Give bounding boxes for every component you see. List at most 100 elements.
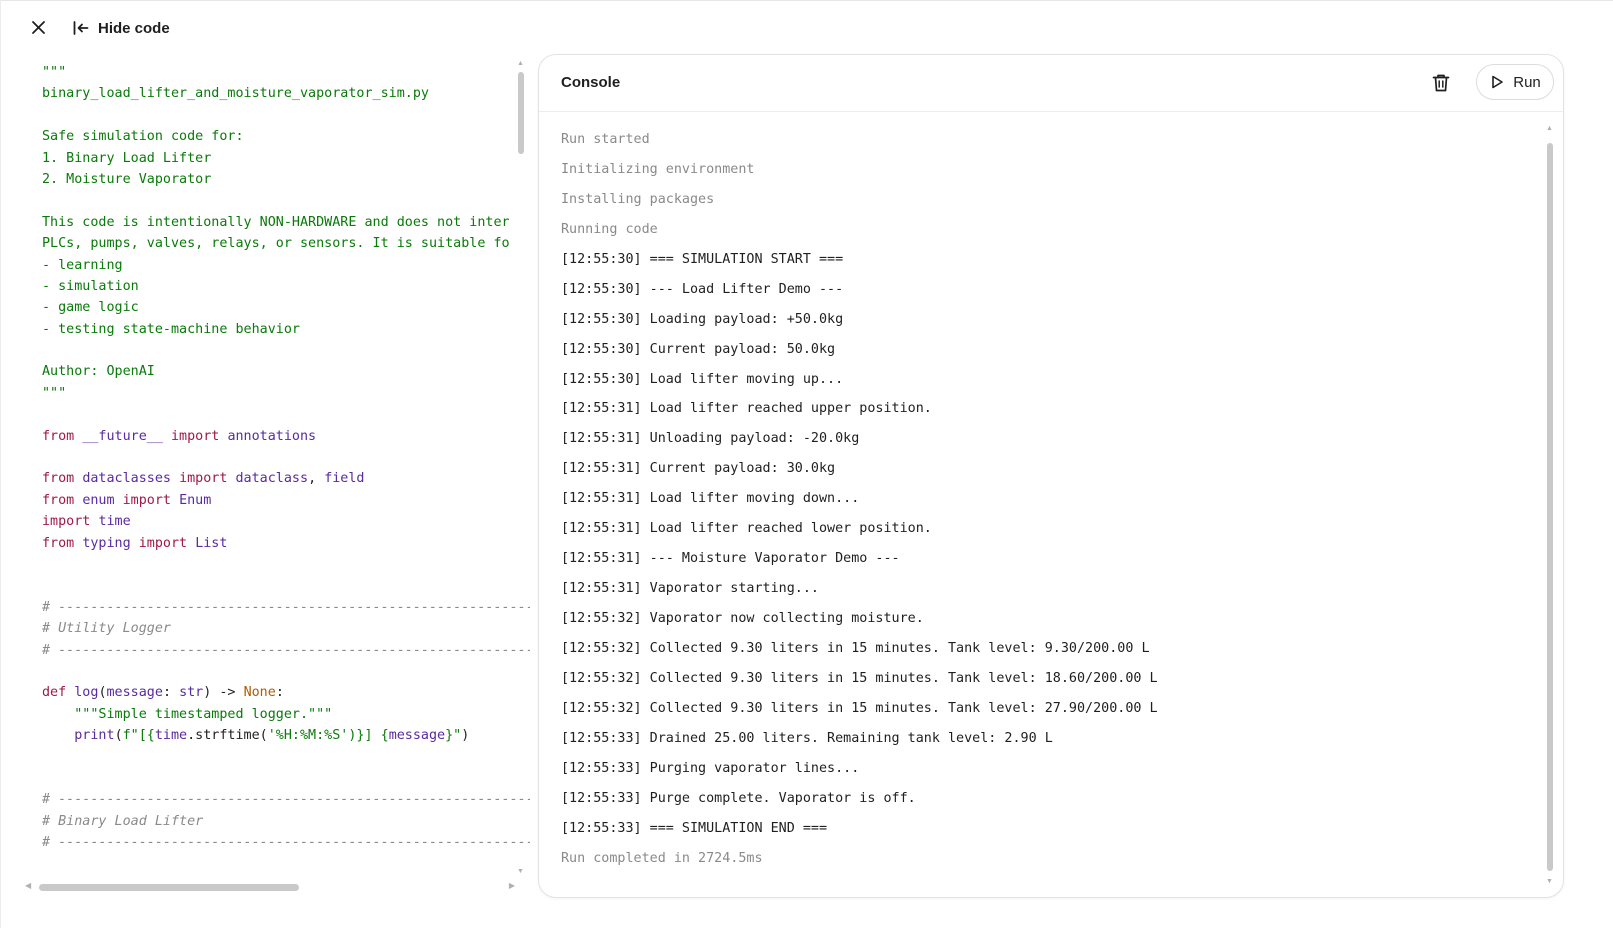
code-toolbar: Hide code: [0, 0, 560, 56]
code-token: - learning: [42, 257, 123, 273]
code-token: __future__: [82, 428, 163, 444]
code-token: Safe simulation code for:: [42, 129, 244, 145]
console-output-line: [12:55:31] Vaporator starting...: [561, 581, 819, 597]
code-token: - simulation: [42, 278, 139, 294]
console-output-line: [12:55:32] Vaporator now collecting mois…: [561, 611, 924, 626]
code-token: Author: OpenAI: [42, 364, 155, 380]
code-token: binary_load_lifter_and_moisture_vaporato…: [42, 86, 429, 102]
code-token: .strftime(: [187, 728, 268, 744]
code-line: - learning: [42, 255, 530, 276]
code-token: import: [171, 428, 220, 444]
code-line: - testing state-machine behavior: [42, 319, 530, 340]
hide-code-label: Hide code: [98, 19, 170, 37]
code-token: import: [138, 535, 188, 551]
console-output-line: [12:55:31] --- Moisture Vaporator Demo -…: [561, 551, 900, 567]
console-output-line: [12:55:32] Collected 9.30 liters in 15 m…: [561, 670, 1158, 686]
close-button[interactable]: [27, 16, 51, 40]
code-token: # --------------------------------------…: [42, 792, 530, 808]
code-line: print(f"[{time.strftime('%H:%M:%S')}] {m…: [42, 725, 530, 746]
console-status-line: Initializing environment: [561, 161, 755, 177]
scrollbar-thumb[interactable]: [39, 884, 299, 891]
close-icon: [32, 21, 45, 34]
run-label: Run: [1513, 73, 1541, 91]
trash-icon: [1432, 74, 1450, 92]
code-vertical-scrollbar[interactable]: ▲ ▼: [515, 60, 527, 875]
console-output-line: [12:55:32] Collected 9.30 liters in 15 m…: [561, 640, 1150, 656]
code-token: # Binary Load Lifter: [42, 813, 204, 829]
console-header: Console Run: [539, 55, 1563, 112]
code-token: :: [275, 685, 284, 701]
console-vertical-scrollbar[interactable]: ▲ ▼: [1544, 125, 1556, 885]
code-line: """: [42, 62, 530, 83]
code-line: 2. Moisture Vaporator: [42, 169, 530, 190]
code-token: - testing state-machine behavior: [42, 321, 300, 337]
console-output-line: [12:55:31] Load lifter moving down...: [561, 491, 860, 507]
console-output-line: [12:55:30] Load lifter moving up...: [561, 371, 844, 387]
code-token: import: [122, 492, 171, 508]
code-token: """: [42, 65, 67, 80]
console-output-line: [12:55:31] Unloading payload: -20.0kg: [561, 431, 860, 447]
code-line: """: [42, 383, 530, 404]
code-token: # --------------------------------------…: [42, 835, 530, 851]
code-token: from: [42, 535, 75, 551]
hide-code-button[interactable]: Hide code: [72, 14, 170, 42]
code-line: from dataclasses import dataclass, field: [42, 468, 530, 489]
scroll-up-arrow-icon[interactable]: ▲: [517, 60, 524, 67]
console-output-line: [12:55:30] Loading payload: +50.0kg: [561, 311, 844, 327]
code-token: # --------------------------------------…: [42, 599, 530, 615]
scroll-up-arrow-icon[interactable]: ▲: [1546, 125, 1553, 132]
code-editor[interactable]: """ binary_load_lifter_and_moisture_vapor…: [42, 62, 530, 877]
code-token: )}] {: [348, 728, 389, 744]
code-token: from: [42, 471, 75, 487]
code-token: :: [162, 685, 180, 701]
code-line: from typing import List: [42, 533, 530, 554]
code-line: 1. Binary Load Lifter: [42, 148, 530, 169]
code-token: from: [42, 428, 75, 444]
code-token: time: [98, 514, 131, 530]
code-token: # --------------------------------------…: [42, 642, 530, 658]
scroll-right-arrow-icon[interactable]: ▶: [509, 881, 515, 890]
code-token: 1. Binary Load Lifter: [42, 150, 212, 166]
scrollbar-thumb[interactable]: [1547, 143, 1553, 871]
code-line: - simulation: [42, 276, 530, 297]
scroll-down-arrow-icon[interactable]: ▼: [1546, 878, 1553, 885]
code-line: PLCs, pumps, valves, relays, or sensors.…: [42, 233, 530, 254]
code-token: None: [243, 685, 276, 701]
console-output-line: [12:55:31] Current payload: 30.0kg: [561, 461, 836, 477]
code-token: PLCs, pumps, valves, relays, or sensors.…: [42, 236, 510, 252]
clear-console-button[interactable]: [1429, 71, 1453, 95]
code-token: dataclass: [235, 471, 309, 487]
code-token: # Utility Logger: [42, 621, 171, 637]
code-token: annotations: [227, 428, 317, 444]
code-token: This code is intentionally NON-HARDWARE …: [42, 214, 510, 230]
code-token: """: [42, 385, 67, 401]
console-output-line: [12:55:33] Purging vaporator lines...: [561, 760, 860, 776]
code-token: import: [42, 514, 91, 530]
scroll-down-arrow-icon[interactable]: ▼: [517, 868, 524, 875]
code-token: ) ->: [203, 685, 244, 701]
code-token: f"[{: [122, 728, 155, 744]
console-panel: Console Run Run started Initializing envi…: [538, 54, 1564, 898]
scroll-left-arrow-icon[interactable]: ◀: [25, 881, 31, 890]
code-token: def: [42, 685, 67, 701]
code-horizontal-scrollbar[interactable]: ◀ ▶: [25, 880, 515, 894]
left-border: [0, 0, 1, 928]
code-line: - game logic: [42, 297, 530, 318]
run-button[interactable]: Run: [1476, 64, 1554, 100]
code-line: binary_load_lifter_and_moisture_vaporato…: [42, 83, 530, 104]
code-token: str: [179, 685, 204, 701]
code-token: - game logic: [42, 300, 139, 316]
scrollbar-thumb[interactable]: [518, 72, 524, 154]
